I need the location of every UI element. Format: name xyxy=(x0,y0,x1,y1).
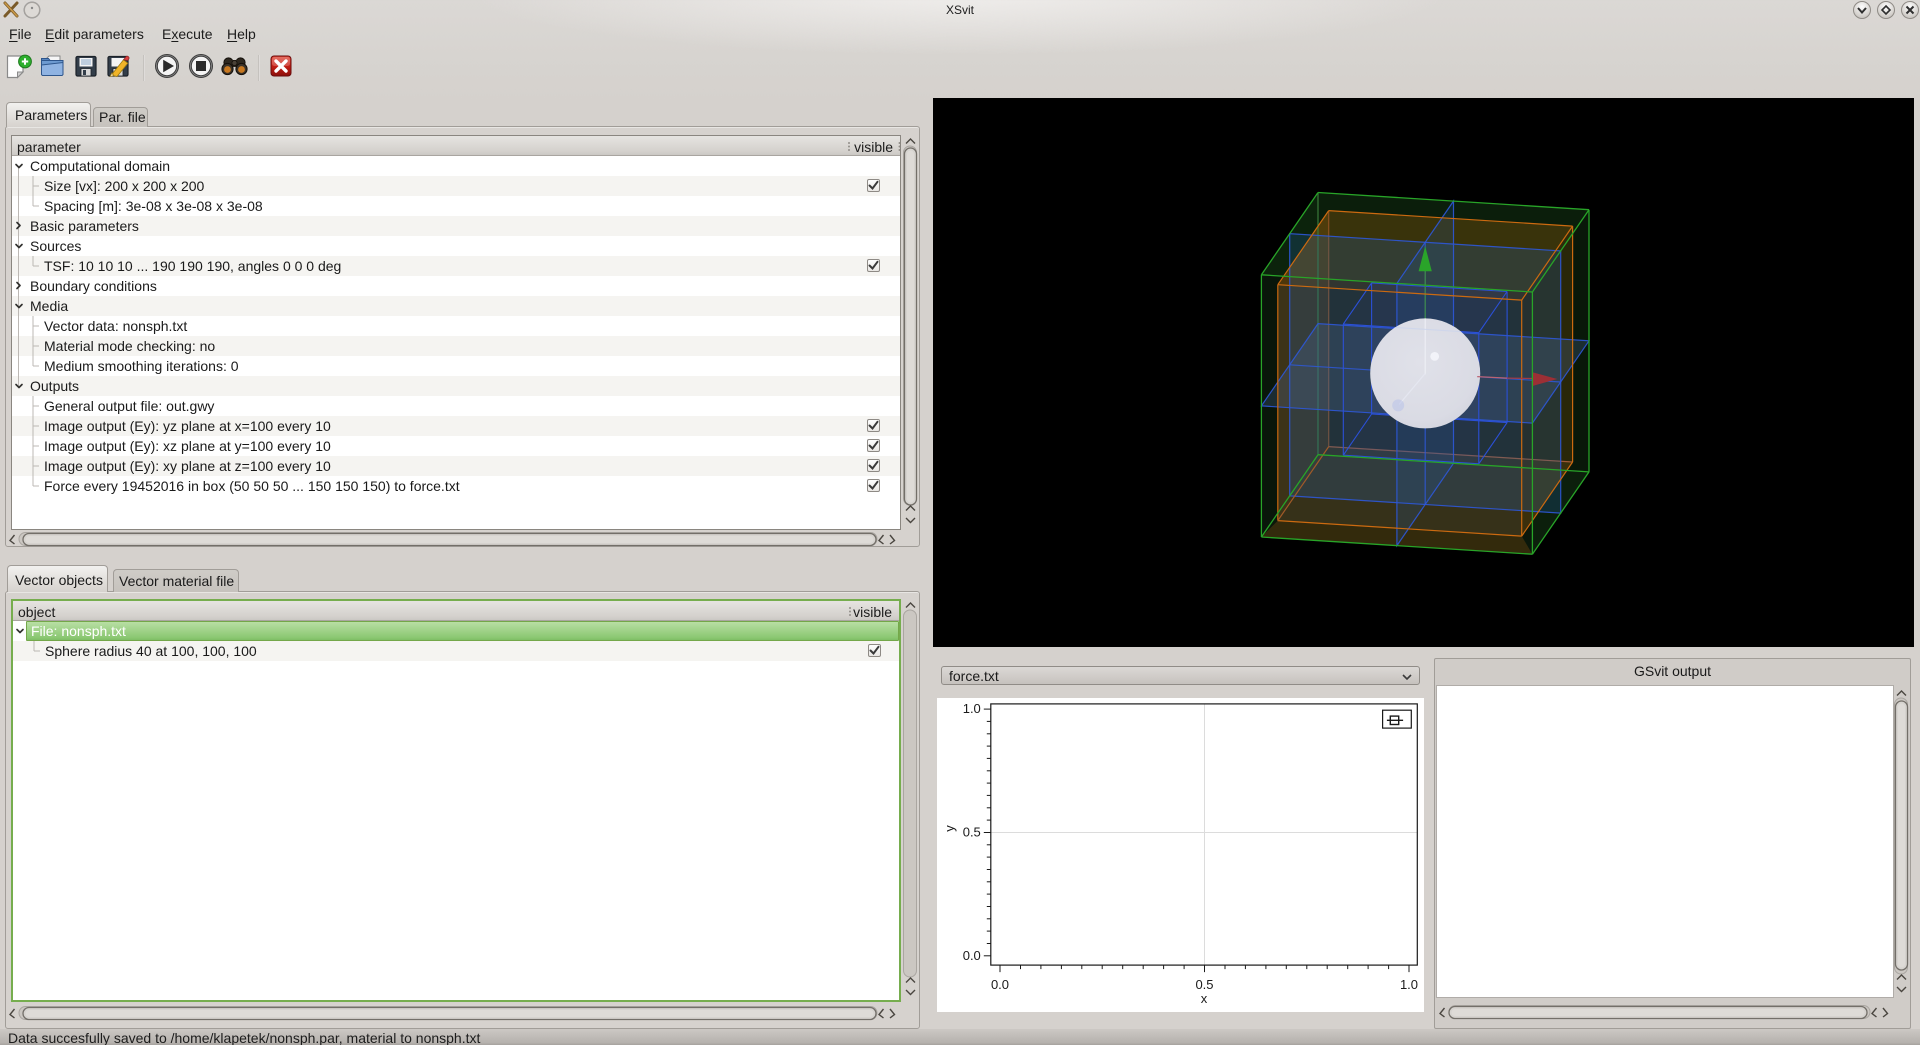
svg-text:0.5: 0.5 xyxy=(963,825,981,840)
svg-text:0.5: 0.5 xyxy=(1195,977,1213,992)
svg-text:1.0: 1.0 xyxy=(1400,977,1418,992)
svg-text:0.0: 0.0 xyxy=(991,977,1009,992)
svg-text:0.0: 0.0 xyxy=(963,948,981,963)
svg-text:x: x xyxy=(1201,991,1208,1006)
svg-text:1.0: 1.0 xyxy=(963,701,981,716)
svg-text:y: y xyxy=(942,825,957,832)
